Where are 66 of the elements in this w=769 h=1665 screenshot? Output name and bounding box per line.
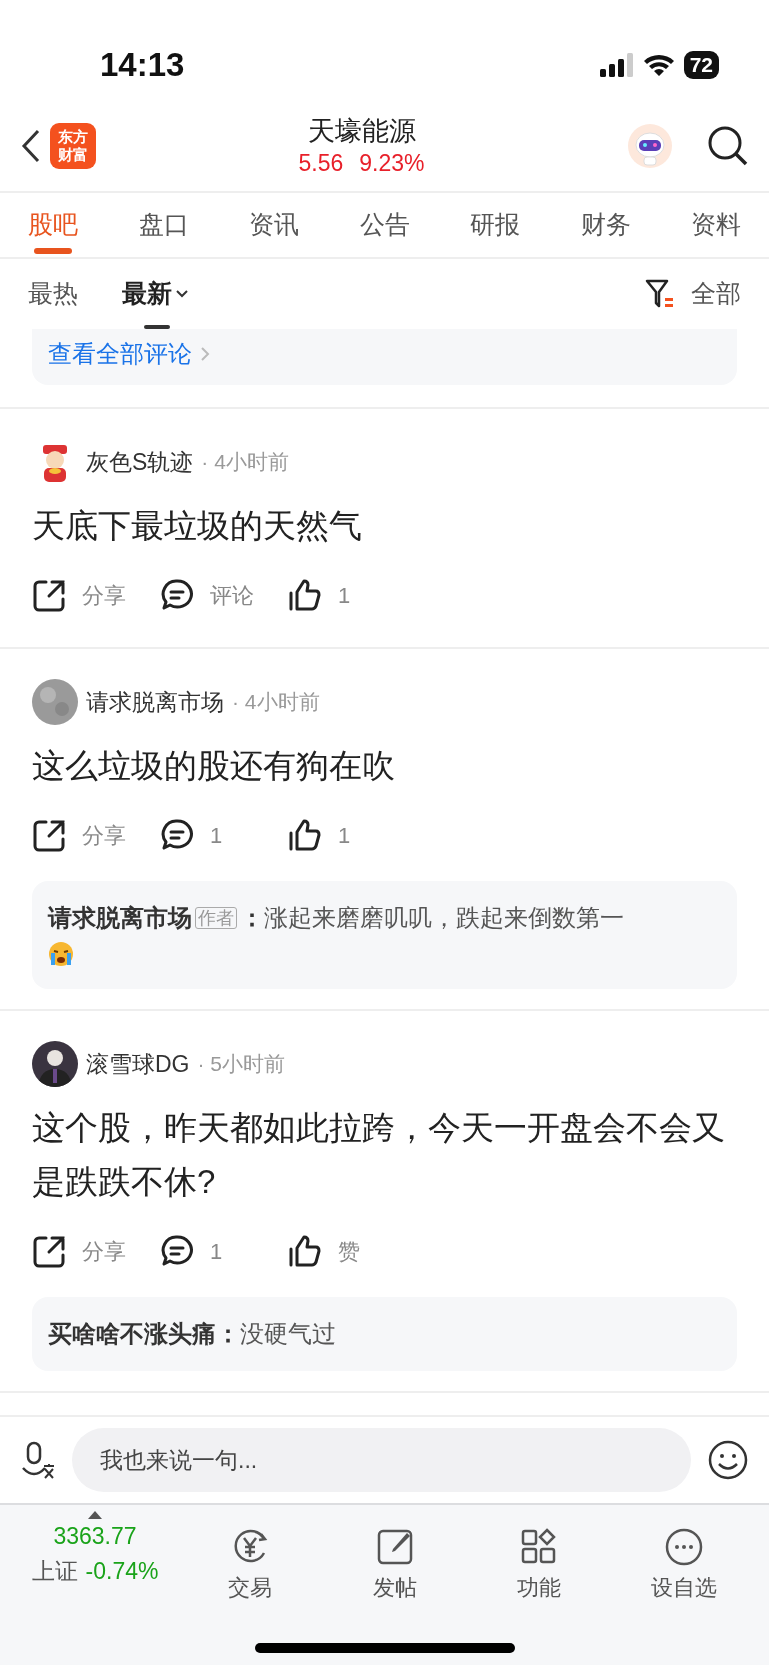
comment-icon[interactable]: [160, 818, 194, 852]
crying-face-icon: [48, 941, 74, 967]
comment-icon[interactable]: [160, 1234, 194, 1268]
post-time: · 4小时前: [201, 449, 289, 476]
post-text: 天底下最垃圾的天然气: [32, 506, 363, 546]
index-ticker[interactable]: 3363.77 上证 -0.74%: [20, 1511, 170, 1588]
view-all-comments-link[interactable]: 查看全部评论: [48, 336, 210, 372]
thumbs-up-icon[interactable]: [288, 1234, 322, 1268]
author-name[interactable]: 请求脱离市场: [86, 684, 224, 720]
sort-option[interactable]: 最新: [122, 259, 189, 329]
nav-item[interactable]: 功能: [474, 1527, 605, 1604]
thumbs-up-icon[interactable]: [288, 578, 322, 612]
caret-icon: [175, 289, 189, 299]
post-text: 这个股，昨天都如此拉跨，今天一开盘会不会又是跌跌不休?: [32, 1108, 726, 1202]
like-button[interactable]: 1: [338, 578, 351, 612]
back-icon[interactable]: [20, 127, 42, 164]
nav-item[interactable]: 发帖: [329, 1527, 460, 1604]
share-icon[interactable]: [32, 1234, 66, 1268]
robot-icon[interactable]: [627, 122, 673, 169]
expand-arrow-icon: [88, 1511, 102, 1519]
thumbs-up-icon[interactable]: [288, 818, 322, 852]
index-value: 3363.77: [53, 1522, 137, 1551]
author-name[interactable]: 灰色S轨迹: [86, 444, 194, 480]
filter-icon[interactable]: [645, 278, 675, 310]
nav-item[interactable]: 交易: [184, 1527, 315, 1604]
tab[interactable]: 资讯: [249, 192, 299, 258]
like-button[interactable]: 赞: [338, 1234, 360, 1268]
comment-button[interactable]: 评论: [210, 578, 254, 612]
comment-button[interactable]: 1: [210, 818, 223, 852]
filter-label[interactable]: 全部: [691, 259, 741, 329]
stock-price: 5.56: [298, 148, 344, 178]
chevron-icon: [200, 346, 210, 362]
stock-name: 天壕能源: [307, 114, 416, 148]
price-change: 9.23%: [359, 148, 425, 178]
post-time: · 5小时前: [197, 1051, 285, 1078]
signal-icon: [599, 53, 634, 77]
author-name[interactable]: 滚雪球DG: [86, 1046, 190, 1082]
share-button[interactable]: 分享: [82, 818, 126, 852]
comment-icon[interactable]: [160, 578, 194, 612]
reply-text: 买啥啥不涨头痛：没硬气过: [32, 1297, 737, 1371]
emoji-icon[interactable]: [707, 1439, 749, 1481]
share-icon[interactable]: [32, 578, 66, 612]
comment-input-field[interactable]: 我也来说一句...: [72, 1428, 691, 1492]
app-logo[interactable]: 东方 财富: [50, 122, 96, 169]
comment-button[interactable]: 1: [210, 1234, 223, 1268]
post-time: · 4小时前: [232, 689, 320, 716]
like-button[interactable]: 1: [338, 818, 351, 852]
sort-option[interactable]: 最热: [28, 259, 78, 329]
tab[interactable]: 股吧: [28, 192, 78, 258]
share-icon[interactable]: [32, 818, 66, 852]
index-change: -0.74%: [85, 1556, 159, 1586]
tab[interactable]: 研报: [470, 192, 520, 258]
tab[interactable]: 盘口: [138, 192, 189, 258]
tab[interactable]: 财务: [580, 192, 631, 258]
more-icon: [664, 1527, 704, 1567]
status-time: 14:13: [100, 45, 185, 86]
share-button[interactable]: 分享: [82, 1234, 126, 1268]
battery-indicator: 72: [683, 51, 719, 79]
tab[interactable]: 资料: [691, 192, 741, 258]
index-name: 上证: [31, 1556, 78, 1586]
share-button[interactable]: 分享: [82, 578, 126, 612]
nav-item[interactable]: 设自选: [619, 1527, 749, 1604]
tab[interactable]: 公告: [359, 192, 410, 258]
search-icon[interactable]: [707, 124, 749, 167]
voice-input-icon[interactable]: [20, 1440, 56, 1480]
post-text: 这么垃圾的股还有狗在吹: [32, 746, 396, 786]
